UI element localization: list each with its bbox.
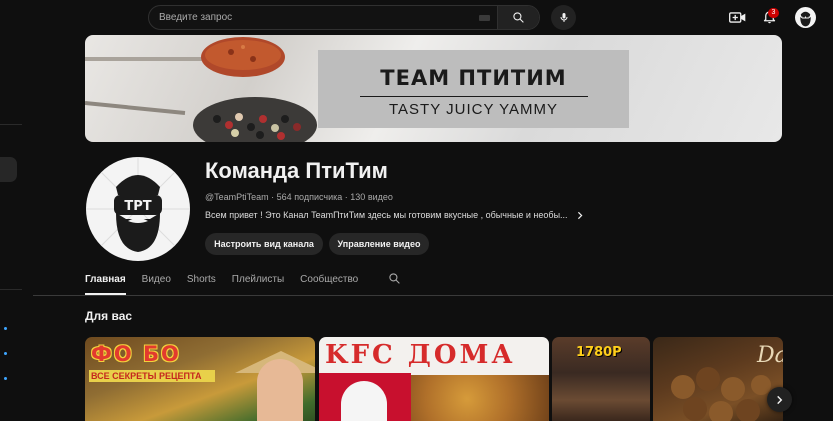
fried-chicken-image [411,375,549,421]
create-video-icon [728,11,745,23]
bearded-man-logo: TPT [86,157,190,252]
sidebar-divider [0,289,22,290]
spice-spoons-image [85,37,317,142]
woman-image [257,359,303,421]
search-input[interactable] [159,6,459,29]
tab-home[interactable]: Главная [85,270,126,295]
account-avatar[interactable] [795,7,816,28]
keyboard-icon[interactable] [479,15,490,21]
live-dot-icon [4,377,7,380]
bearded-man-icon [800,11,811,27]
live-dot-icon [4,352,7,355]
tab-community[interactable]: Сообщество [300,270,358,295]
create-button[interactable] [727,8,747,26]
video-thumbnail[interactable]: 1780Р [552,337,650,421]
section-title: Для вас [85,309,133,323]
banner-divider [360,96,588,97]
search-box [148,5,540,30]
channel-tabs: Главная Видео Shorts Плейлисты Сообществ… [85,270,374,295]
sidebar-item-active[interactable] [0,157,17,182]
channel-avatar[interactable]: TPT [86,157,190,261]
video-thumbnail[interactable]: KFC ДОМА [319,337,549,421]
channel-handle: @TeamPtiTeam [205,192,269,202]
microphone-icon [560,13,567,22]
channel-search-button[interactable] [388,272,401,290]
banner-subtitle: TASTY JUICY YAMMY [389,101,558,118]
tabs-divider [33,295,833,296]
video-thumbnail[interactable]: ФО БО ВСЕ СЕКРЕТЫ РЕЦЕПТА [85,337,315,421]
search-icon [513,12,524,23]
live-dot-icon [4,327,7,330]
sidebar-divider [0,124,22,125]
chevron-right-icon [777,395,783,404]
banner-title: TEAM ПТИТИМ [380,66,567,90]
tab-videos[interactable]: Видео [142,270,171,295]
notification-badge: 3 [768,8,779,18]
channel-banner: TEAM ПТИТИМ TASTY JUICY YAMMY [85,35,782,142]
banner-title-box: TEAM ПТИТИМ TASTY JUICY YAMMY [318,50,629,128]
customize-channel-button[interactable]: Настроить вид канала [205,233,323,255]
channel-name: Команда ПтиТим [205,158,388,183]
channel-meta: @TeamPtiTeam · 564 подписчика · 130 виде… [205,192,393,202]
chevron-right-icon [576,211,584,220]
top-bar: 3 [0,0,833,34]
channel-description[interactable]: Всем привет ! Это Канал TeamПтиТим здесь… [205,210,584,220]
thumbnail-caption: KFC ДОМА [325,340,516,370]
carousel-next-button[interactable] [767,387,792,412]
manage-videos-button[interactable]: Управление видео [329,233,429,255]
avatar-text: TPT [124,199,151,214]
search-icon [389,273,400,284]
kfc-logo-image [319,373,411,421]
search-button[interactable] [497,6,539,29]
sidebar [0,0,22,421]
thumbnail-caption: 1780Р [576,345,622,360]
tab-shorts[interactable]: Shorts [187,270,216,295]
voice-search-button[interactable] [551,5,576,30]
subscriber-count: 564 подписчика [276,192,343,202]
video-thumbnail[interactable]: Da [653,337,783,421]
description-text: Всем привет ! Это Канал TeamПтиТим здесь… [205,210,568,220]
thumbnail-caption: ФО БО [91,342,181,366]
thumbnail-subcaption: ВСЕ СЕКРЕТЫ РЕЦЕПТА [91,371,202,381]
video-count: 130 видео [350,192,393,202]
tab-playlists[interactable]: Плейлисты [232,270,284,295]
thumbnail-caption: Da [757,343,783,368]
